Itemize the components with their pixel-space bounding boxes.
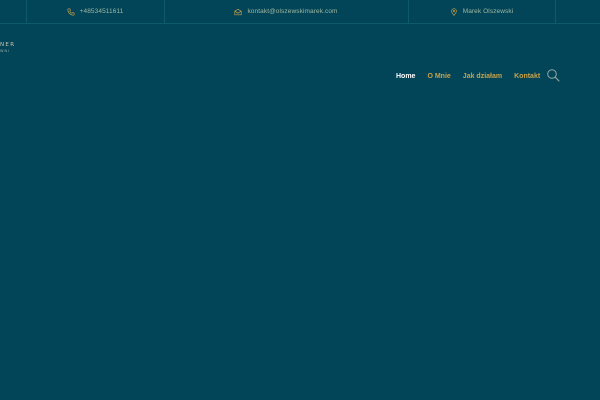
logo-text-line2: WNI xyxy=(0,49,11,53)
phone-number: +48534511611 xyxy=(79,8,124,15)
logo-text-line1: NER xyxy=(0,42,16,48)
location-contact[interactable]: Marek Olszewski xyxy=(408,0,555,23)
nav-item-home[interactable]: Home xyxy=(396,73,415,80)
phone-icon xyxy=(67,7,75,16)
email-address: kontakt@olszewskimarek.com xyxy=(247,8,338,15)
location-name: Marek Olszewski xyxy=(462,8,514,15)
search-icon[interactable] xyxy=(546,68,560,82)
email-contact[interactable]: kontakt@olszewskimarek.com xyxy=(164,0,408,23)
nav-item-jak-dzialam[interactable]: Jak działam xyxy=(463,73,502,80)
nav-item-o-mnie[interactable]: O Mnie xyxy=(427,73,450,80)
map-pin-icon xyxy=(450,7,457,16)
topbar-divider xyxy=(555,0,556,23)
nav-item-kontakt[interactable]: Kontakt xyxy=(514,73,540,80)
top-contact-bar: +48534511611 kontakt@olszewskimarek.com … xyxy=(0,0,600,24)
envelope-icon xyxy=(234,8,242,15)
phone-contact[interactable]: +48534511611 xyxy=(26,0,164,23)
main-navigation: Home O Mnie Jak działam Kontakt xyxy=(396,70,552,82)
